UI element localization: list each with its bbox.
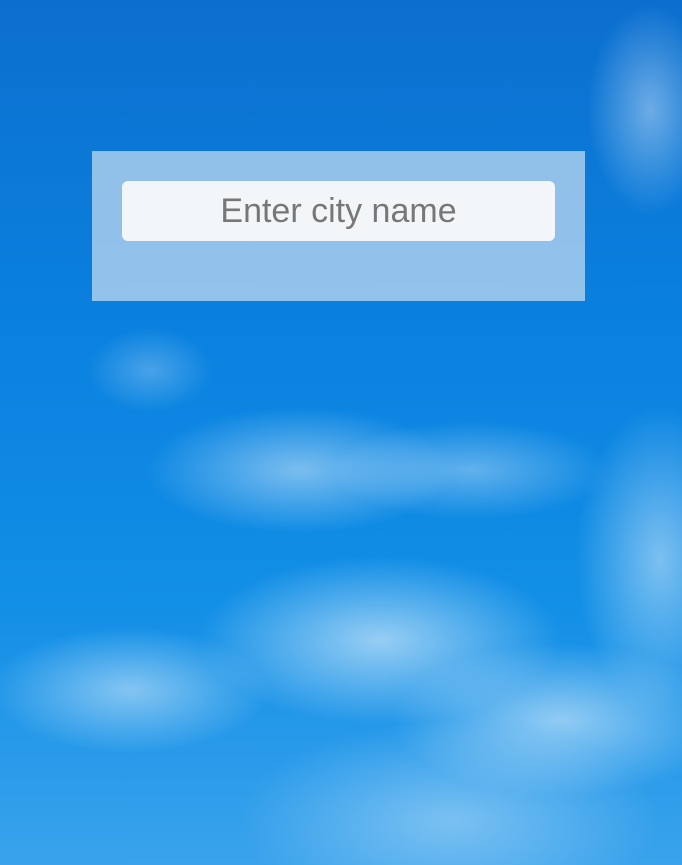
sky-background-image (0, 0, 682, 865)
search-panel (92, 151, 585, 301)
city-search-input[interactable] (122, 181, 555, 241)
